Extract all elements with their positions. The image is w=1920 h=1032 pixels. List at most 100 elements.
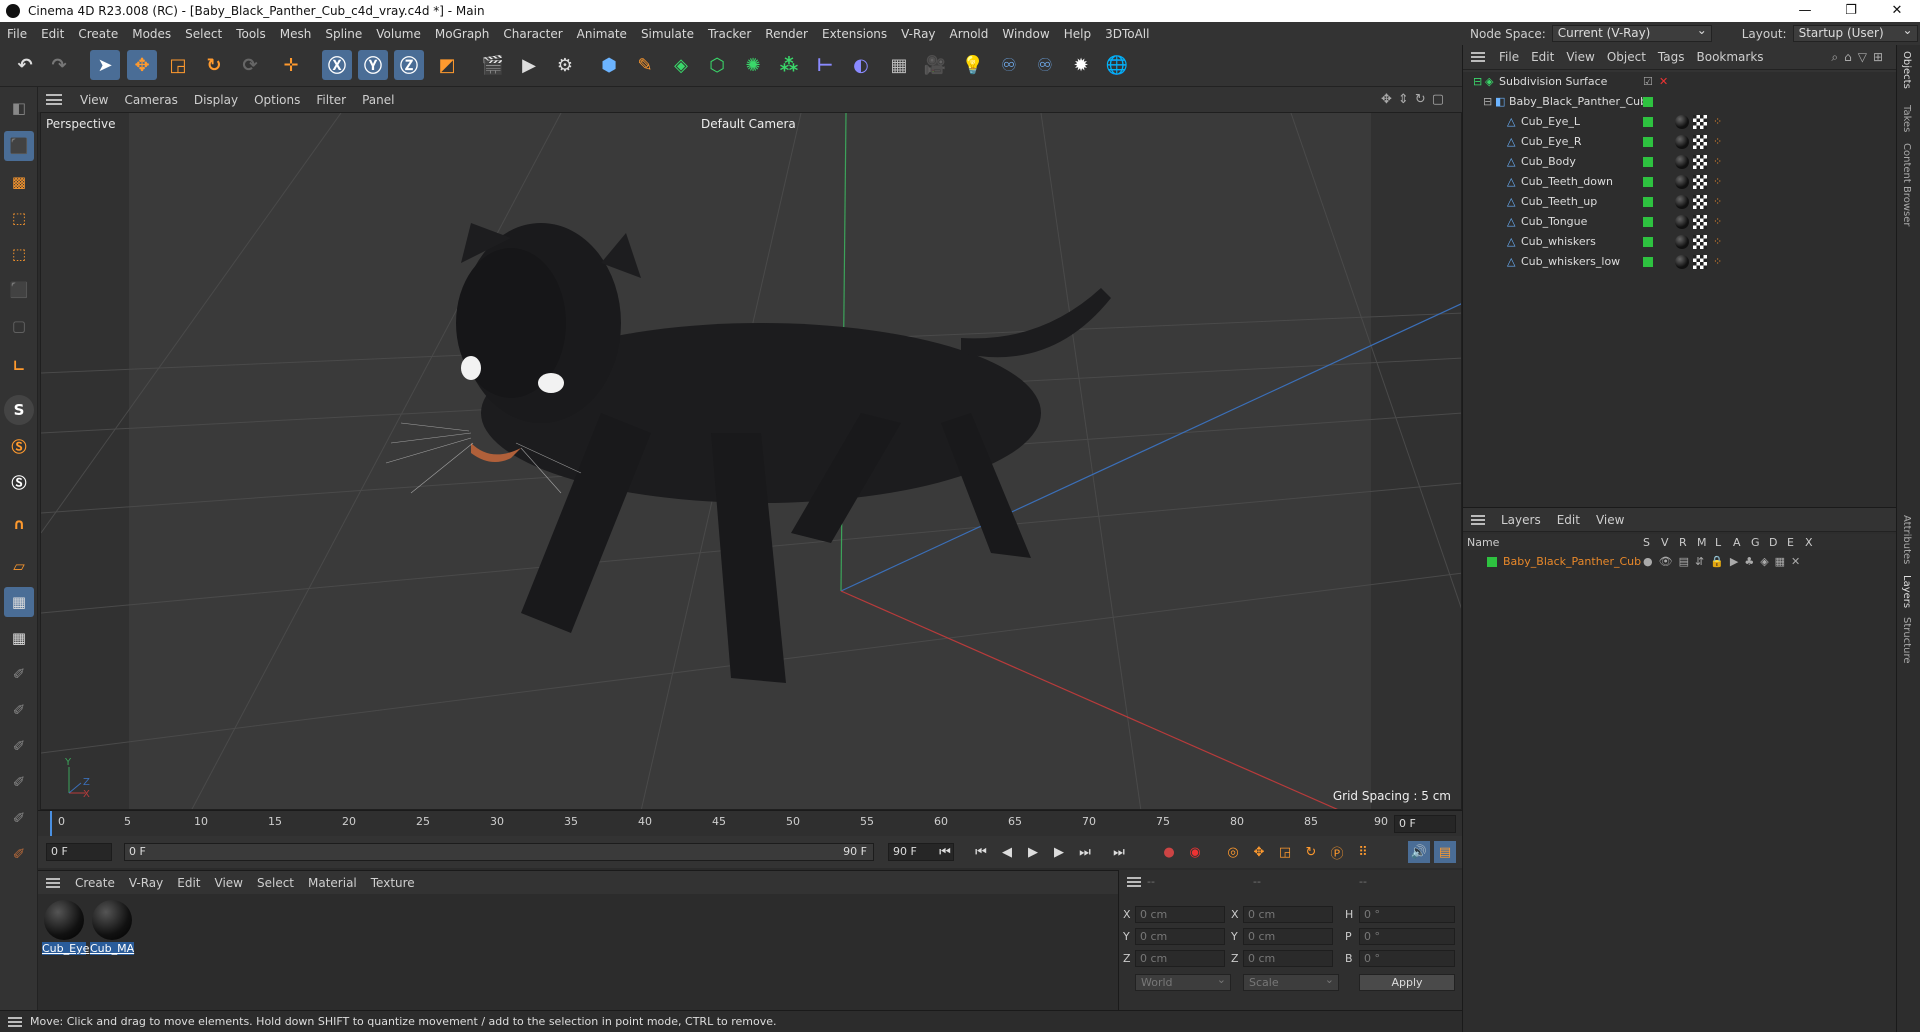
timeline-ruler[interactable]: 0 5 10 15 20 25 30 35 40 45 50 55 60 65 …: [38, 810, 1462, 837]
menu-arnold[interactable]: Arnold: [943, 27, 996, 41]
frame-range-slider[interactable]: 0 F 90 F: [124, 843, 874, 861]
apply-button[interactable]: Apply: [1359, 974, 1455, 991]
node-space-dropdown[interactable]: Current (V-Ray): [1551, 23, 1712, 42]
pen-icon[interactable]: ✎: [630, 50, 660, 80]
vp-menu-display[interactable]: Display: [186, 93, 246, 107]
layer-color-swatch[interactable]: [1643, 197, 1653, 207]
previous-key-icon[interactable]: ⏮: [970, 841, 992, 863]
coordinate-space-dropdown[interactable]: World: [1135, 972, 1231, 991]
material-menu-icon[interactable]: [46, 877, 60, 888]
object-mode-icon[interactable]: ⬛: [4, 131, 34, 161]
layer-color-swatch[interactable]: [1643, 97, 1653, 107]
tab-objects[interactable]: Objects: [1901, 51, 1912, 89]
globe-icon[interactable]: 🌐: [1102, 50, 1132, 80]
field-icon[interactable]: ◐: [846, 50, 876, 80]
object-row[interactable]: △ Cub_Teeth_down ⁘: [1463, 172, 1897, 192]
magnet-icon[interactable]: ∩: [4, 509, 34, 539]
object-row[interactable]: △ Cub_Tongue ⁘: [1463, 212, 1897, 232]
layout-dropdown[interactable]: Startup (User): [1792, 23, 1918, 42]
axis-mode-icon[interactable]: ∟: [4, 351, 34, 381]
camera-label[interactable]: Default Camera: [701, 117, 796, 131]
paint-r-icon[interactable]: ✐: [4, 731, 34, 761]
phong-tag-icon[interactable]: ⁘: [1713, 175, 1722, 188]
position-y-field[interactable]: 0 cm: [1135, 928, 1225, 945]
material-swatch[interactable]: Cub_Eye: [42, 900, 89, 955]
viewport-perspective[interactable]: Y Z X Perspective Default Camera Grid Sp…: [40, 112, 1462, 810]
obj-menu-bookmarks[interactable]: Bookmarks: [1691, 50, 1770, 64]
uvw-tag-icon[interactable]: [1693, 215, 1707, 229]
phong-tag-icon[interactable]: ⁘: [1713, 115, 1722, 128]
phong-tag-icon[interactable]: ⁘: [1713, 135, 1722, 148]
rotate-tool-icon[interactable]: ↻: [199, 50, 229, 80]
vp-menu-view[interactable]: View: [72, 93, 116, 107]
menu-create[interactable]: Create: [71, 27, 125, 41]
current-frame-field[interactable]: 0 F: [1394, 815, 1456, 833]
layer-color-swatch[interactable]: [1643, 257, 1653, 267]
material-tag-icon[interactable]: [1675, 195, 1689, 209]
move-tool-icon[interactable]: ✥: [127, 50, 157, 80]
phong-tag-icon[interactable]: ⁘: [1713, 195, 1722, 208]
mat-menu-vray[interactable]: V-Ray: [122, 876, 170, 890]
uvw-tag-icon[interactable]: [1693, 235, 1707, 249]
key-scale-icon[interactable]: ◲: [1274, 841, 1296, 863]
coords-menu-icon[interactable]: [1127, 877, 1141, 887]
obj-menu-view[interactable]: View: [1560, 50, 1600, 64]
material-swatch[interactable]: Cub_MA: [90, 900, 134, 955]
menu-volume[interactable]: Volume: [369, 27, 428, 41]
vp-menu-panel[interactable]: Panel: [354, 93, 402, 107]
record-icon[interactable]: ●: [1158, 841, 1180, 863]
deformer-icon[interactable]: ⊢: [810, 50, 840, 80]
object-row[interactable]: ⊟ ◧ Baby_Black_Panther_Cub: [1463, 92, 1897, 112]
menu-animate[interactable]: Animate: [570, 27, 634, 41]
layer-menu-view[interactable]: View: [1588, 513, 1632, 527]
render-picture-viewer-icon[interactable]: ▶: [514, 50, 544, 80]
obj-menu-object[interactable]: Object: [1601, 50, 1652, 64]
visibility-icon[interactable]: ☑: [1643, 75, 1653, 88]
position-z-field[interactable]: 0 cm: [1135, 950, 1225, 967]
model-mode-icon[interactable]: ◧: [4, 93, 34, 123]
phong-tag-icon[interactable]: ⁘: [1713, 255, 1722, 268]
uvw-tag-icon[interactable]: [1693, 195, 1707, 209]
coordinate-mode-dropdown[interactable]: Scale: [1243, 972, 1339, 991]
rotation-h-field[interactable]: 0 °: [1359, 906, 1455, 923]
key-pla-icon[interactable]: ⠿: [1352, 841, 1374, 863]
menu-render[interactable]: Render: [758, 27, 815, 41]
sound-icon[interactable]: 🔊: [1408, 841, 1430, 863]
object-row[interactable]: △ Cub_Eye_L ⁘: [1463, 112, 1897, 132]
mat-menu-select[interactable]: Select: [250, 876, 301, 890]
paint-p-icon[interactable]: ✐: [4, 695, 34, 725]
smooth-brush-icon[interactable]: ✐: [4, 839, 34, 869]
material-tag-icon[interactable]: [1675, 255, 1689, 269]
phong-tag-icon[interactable]: ⁘: [1713, 235, 1722, 248]
start-frame-field[interactable]: 0 F: [46, 843, 112, 861]
paint-brush-icon[interactable]: ✐: [4, 803, 34, 833]
material-tag-icon[interactable]: [1675, 135, 1689, 149]
layer-row[interactable]: Baby_Black_Panther_Cub ●👁▤⇵🔒▶♣◈▦✕: [1463, 552, 1897, 572]
expand-icon[interactable]: ⊟: [1483, 95, 1492, 108]
gear-icon[interactable]: ✹: [1066, 50, 1096, 80]
next-key-icon[interactable]: ⏭: [1074, 841, 1096, 863]
point-mode-icon[interactable]: ⬚: [4, 203, 34, 233]
auto-key-icon[interactable]: ◉: [1184, 841, 1206, 863]
menu-mesh[interactable]: Mesh: [273, 27, 319, 41]
layer-color-swatch[interactable]: [1643, 217, 1653, 227]
vp-menu-filter[interactable]: Filter: [308, 93, 354, 107]
object-row[interactable]: △ Cub_whiskers ⁘: [1463, 232, 1897, 252]
material-tag-icon[interactable]: [1675, 175, 1689, 189]
phong-tag-icon[interactable]: ⁘: [1713, 215, 1722, 228]
menu-tools[interactable]: Tools: [229, 27, 273, 41]
key-rotation-icon[interactable]: ↻: [1300, 841, 1322, 863]
z-axis-icon[interactable]: Ⓩ: [394, 50, 424, 80]
render-settings-icon[interactable]: ⚙: [550, 50, 580, 80]
key-param-icon[interactable]: Ⓟ: [1326, 841, 1348, 863]
previous-frame-icon[interactable]: ◀: [996, 841, 1018, 863]
world-coordinates-icon[interactable]: ◩: [432, 50, 462, 80]
uvw-tag-icon[interactable]: [1693, 175, 1707, 189]
timeline-window-icon[interactable]: ▤: [1434, 841, 1456, 863]
paint-s-icon[interactable]: ✐: [4, 767, 34, 797]
obj-menu-tags[interactable]: Tags: [1652, 50, 1691, 64]
menu-file[interactable]: File: [0, 27, 34, 41]
layer-menu-icon[interactable]: [1471, 514, 1485, 525]
layer-color-swatch[interactable]: [1643, 137, 1653, 147]
maximize-button[interactable]: ❐: [1828, 0, 1874, 22]
